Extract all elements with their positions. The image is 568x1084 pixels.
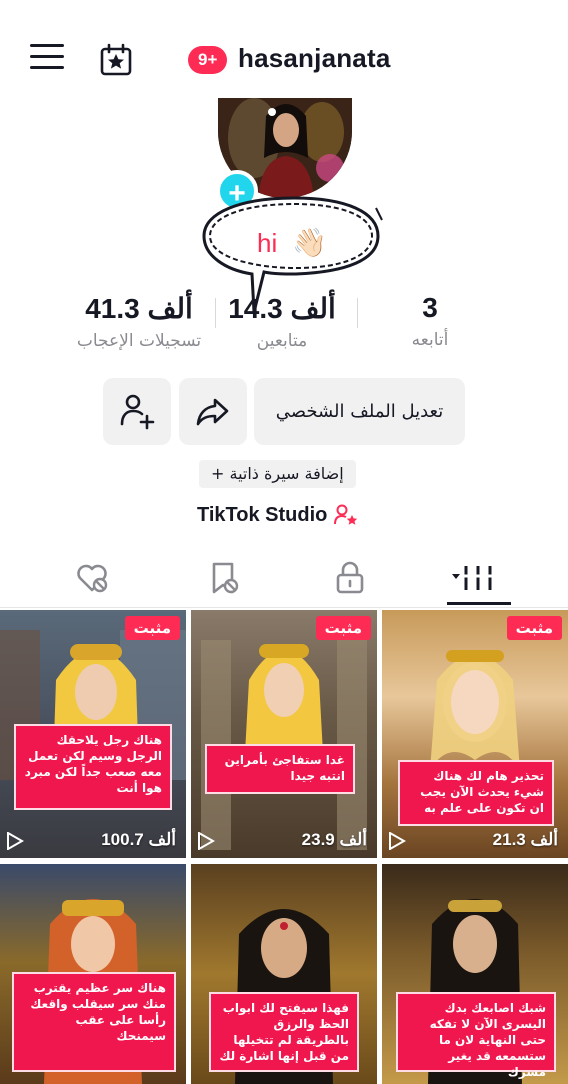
edit-profile-button[interactable]: تعديل الملف الشخصي	[254, 378, 465, 445]
bookmark-hidden-icon	[212, 562, 239, 594]
video-thumbnail[interactable]: هناك سر عظيم يقترب منك سر سيقلب واقعك رأ…	[0, 864, 186, 1084]
add-friends-button[interactable]	[103, 378, 171, 445]
tab-private[interactable]	[330, 558, 370, 598]
video-caption: فهذا سيفتح لك ابواب الحظ والرزق بالطريقة…	[209, 992, 359, 1072]
studio-label: TikTok Studio	[197, 503, 328, 526]
following-stat[interactable]: 3 أتابعه	[392, 292, 468, 350]
calendar-star-icon[interactable]	[99, 43, 133, 77]
play-icon	[198, 832, 215, 850]
video-grid: مثبت تحذير هام لك هناك شيء يحدث الآن يجب…	[0, 610, 568, 1084]
tiktok-studio-link[interactable]: TikTok Studio	[197, 503, 359, 527]
stat-divider	[357, 298, 358, 328]
lock-icon	[336, 561, 364, 594]
view-count: 21.3 ألف	[492, 830, 558, 849]
video-caption: تحذير هام لك هناك شيء يحدث الآن يجب ان ت…	[398, 760, 554, 826]
likes-stat[interactable]: 41.3 ألف تسجيلات الإعجاب	[66, 292, 212, 351]
stat-divider	[215, 298, 216, 328]
tab-liked[interactable]	[72, 558, 112, 598]
video-thumbnail[interactable]: فهذا سيفتح لك ابواب الحظ والرزق بالطريقة…	[191, 864, 377, 1084]
tab-favorites[interactable]	[204, 558, 244, 598]
view-count: 23.9 ألف	[301, 830, 367, 849]
username-title[interactable]: hasanjanata	[238, 43, 391, 74]
active-tab-indicator	[447, 602, 511, 605]
pinned-badge: مثبت	[315, 616, 371, 640]
video-caption: شبك اصابعك بدك اليسرى الآن لا تفكه حتى ا…	[396, 992, 556, 1079]
pinned-badge: مثبت	[124, 616, 180, 640]
view-count: 100.7 ألف	[101, 830, 176, 849]
note-text: hi	[257, 228, 278, 258]
video-thumbnail[interactable]: شبك اصابعك بدك اليسرى الآن لا تفكه حتى ا…	[382, 864, 568, 1084]
notification-badge[interactable]: 9+	[188, 46, 228, 74]
play-icon	[7, 832, 24, 850]
divider	[0, 607, 568, 608]
video-thumbnail[interactable]: مثبت غدا ستفاجئ بأمراين انتبه جيدا 23.9 …	[191, 610, 377, 858]
video-caption: هناك رجل يلاحقك الرجل وسيم لكن تعمل معه …	[14, 724, 172, 810]
menu-icon[interactable]	[30, 44, 64, 76]
grid-bars-icon	[452, 566, 494, 590]
waving-hand-emoji: 👋🏻	[292, 226, 327, 259]
tab-videos[interactable]	[450, 558, 494, 598]
followers-stat[interactable]: 14.3 ألف متابعين	[222, 292, 342, 351]
pinned-badge: مثبت	[506, 616, 562, 640]
video-caption: غدا ستفاجئ بأمراين انتبه جيدا	[205, 744, 355, 794]
heart-hidden-icon	[77, 564, 108, 593]
share-profile-button[interactable]	[179, 378, 247, 445]
video-thumbnail[interactable]: مثبت تحذير هام لك هناك شيء يحدث الآن يجب…	[382, 610, 568, 858]
play-icon	[389, 832, 406, 850]
video-caption: هناك سر عظيم يقترب منك سر سيقلب واقعك رأ…	[12, 972, 176, 1072]
add-bio-button[interactable]: + إضافة سيرة ذاتية	[199, 460, 356, 488]
person-star-icon	[334, 504, 358, 525]
add-user-icon	[120, 394, 155, 430]
top-bar: 9+ hasanjanata	[0, 0, 568, 110]
video-thumbnail[interactable]: مثبت هناك رجل يلاحقك الرجل وسيم لكن تعمل…	[0, 610, 186, 858]
share-icon	[196, 398, 229, 426]
